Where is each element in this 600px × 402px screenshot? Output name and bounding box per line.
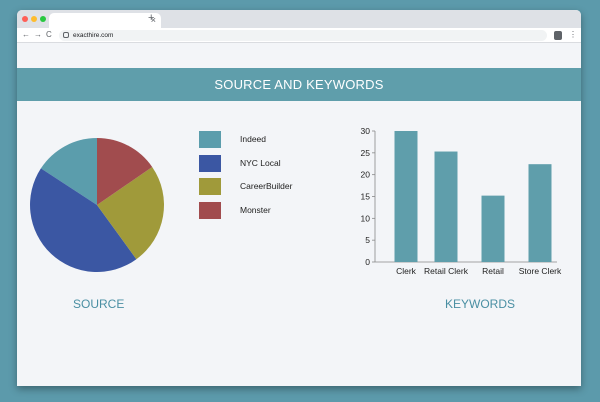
legend-swatch — [199, 131, 221, 148]
legend-swatch — [199, 201, 221, 219]
keywords-bar-chart: 0 5 10 15 20 25 30 Clerk Retail Clerk Retail Store… — [361, 126, 562, 276]
legend-swatch — [199, 178, 221, 195]
legend-label: Indeed — [240, 134, 266, 144]
source-pie-chart — [30, 138, 165, 272]
bar — [528, 164, 552, 262]
legend-label: NYC Local — [240, 157, 281, 168]
keywords-caption: KEYWORDS — [445, 297, 516, 311]
bar — [434, 151, 458, 262]
y-tick-label: 5 — [365, 235, 370, 245]
x-tick-label: Store Clerk — [519, 266, 562, 276]
close-window-dot[interactable] — [22, 16, 28, 22]
y-tick-label: 25 — [361, 148, 371, 158]
reload-icon[interactable]: C — [46, 29, 52, 41]
legend-label: CareerBuilder — [240, 181, 293, 191]
maximize-window-dot[interactable] — [40, 16, 46, 22]
back-arrow-icon[interactable]: ← — [22, 29, 30, 41]
forward-arrow-icon[interactable]: → — [34, 29, 42, 41]
browser-menu-icon[interactable]: ⋮ — [569, 28, 577, 42]
x-tick-label: Clerk — [396, 266, 417, 276]
browser-tab[interactable]: × — [49, 13, 161, 28]
browser-window: × + ← → C exacthire.com ⋮ SOURCE AND KEY… — [17, 10, 581, 386]
toolbar: ← → C exacthire.com ⋮ — [17, 28, 581, 43]
profile-icon[interactable] — [554, 31, 562, 40]
y-tick-label: 15 — [361, 192, 371, 202]
bar — [481, 195, 505, 262]
source-caption: SOURCE — [73, 297, 125, 311]
y-tick-label: 30 — [361, 126, 371, 136]
y-tick-label: 20 — [361, 170, 371, 180]
y-tick-label: 0 — [365, 257, 370, 267]
url-text: exacthire.com — [73, 32, 114, 39]
legend-label: Monster — [240, 204, 271, 215]
section-banner: SOURCE AND KEYWORDS — [17, 68, 581, 101]
legend-swatch — [199, 154, 221, 172]
y-tick-label: 10 — [361, 213, 371, 223]
x-tick-label: Retail Clerk — [424, 266, 469, 276]
address-bar[interactable]: exacthire.com — [59, 30, 547, 41]
x-tick-label: Retail — [482, 266, 504, 276]
site-info-icon[interactable] — [63, 32, 69, 38]
minimize-window-dot[interactable] — [31, 16, 37, 22]
new-tab-button[interactable]: + — [148, 12, 154, 25]
bar — [394, 131, 418, 262]
tab-strip: × + — [17, 10, 581, 28]
